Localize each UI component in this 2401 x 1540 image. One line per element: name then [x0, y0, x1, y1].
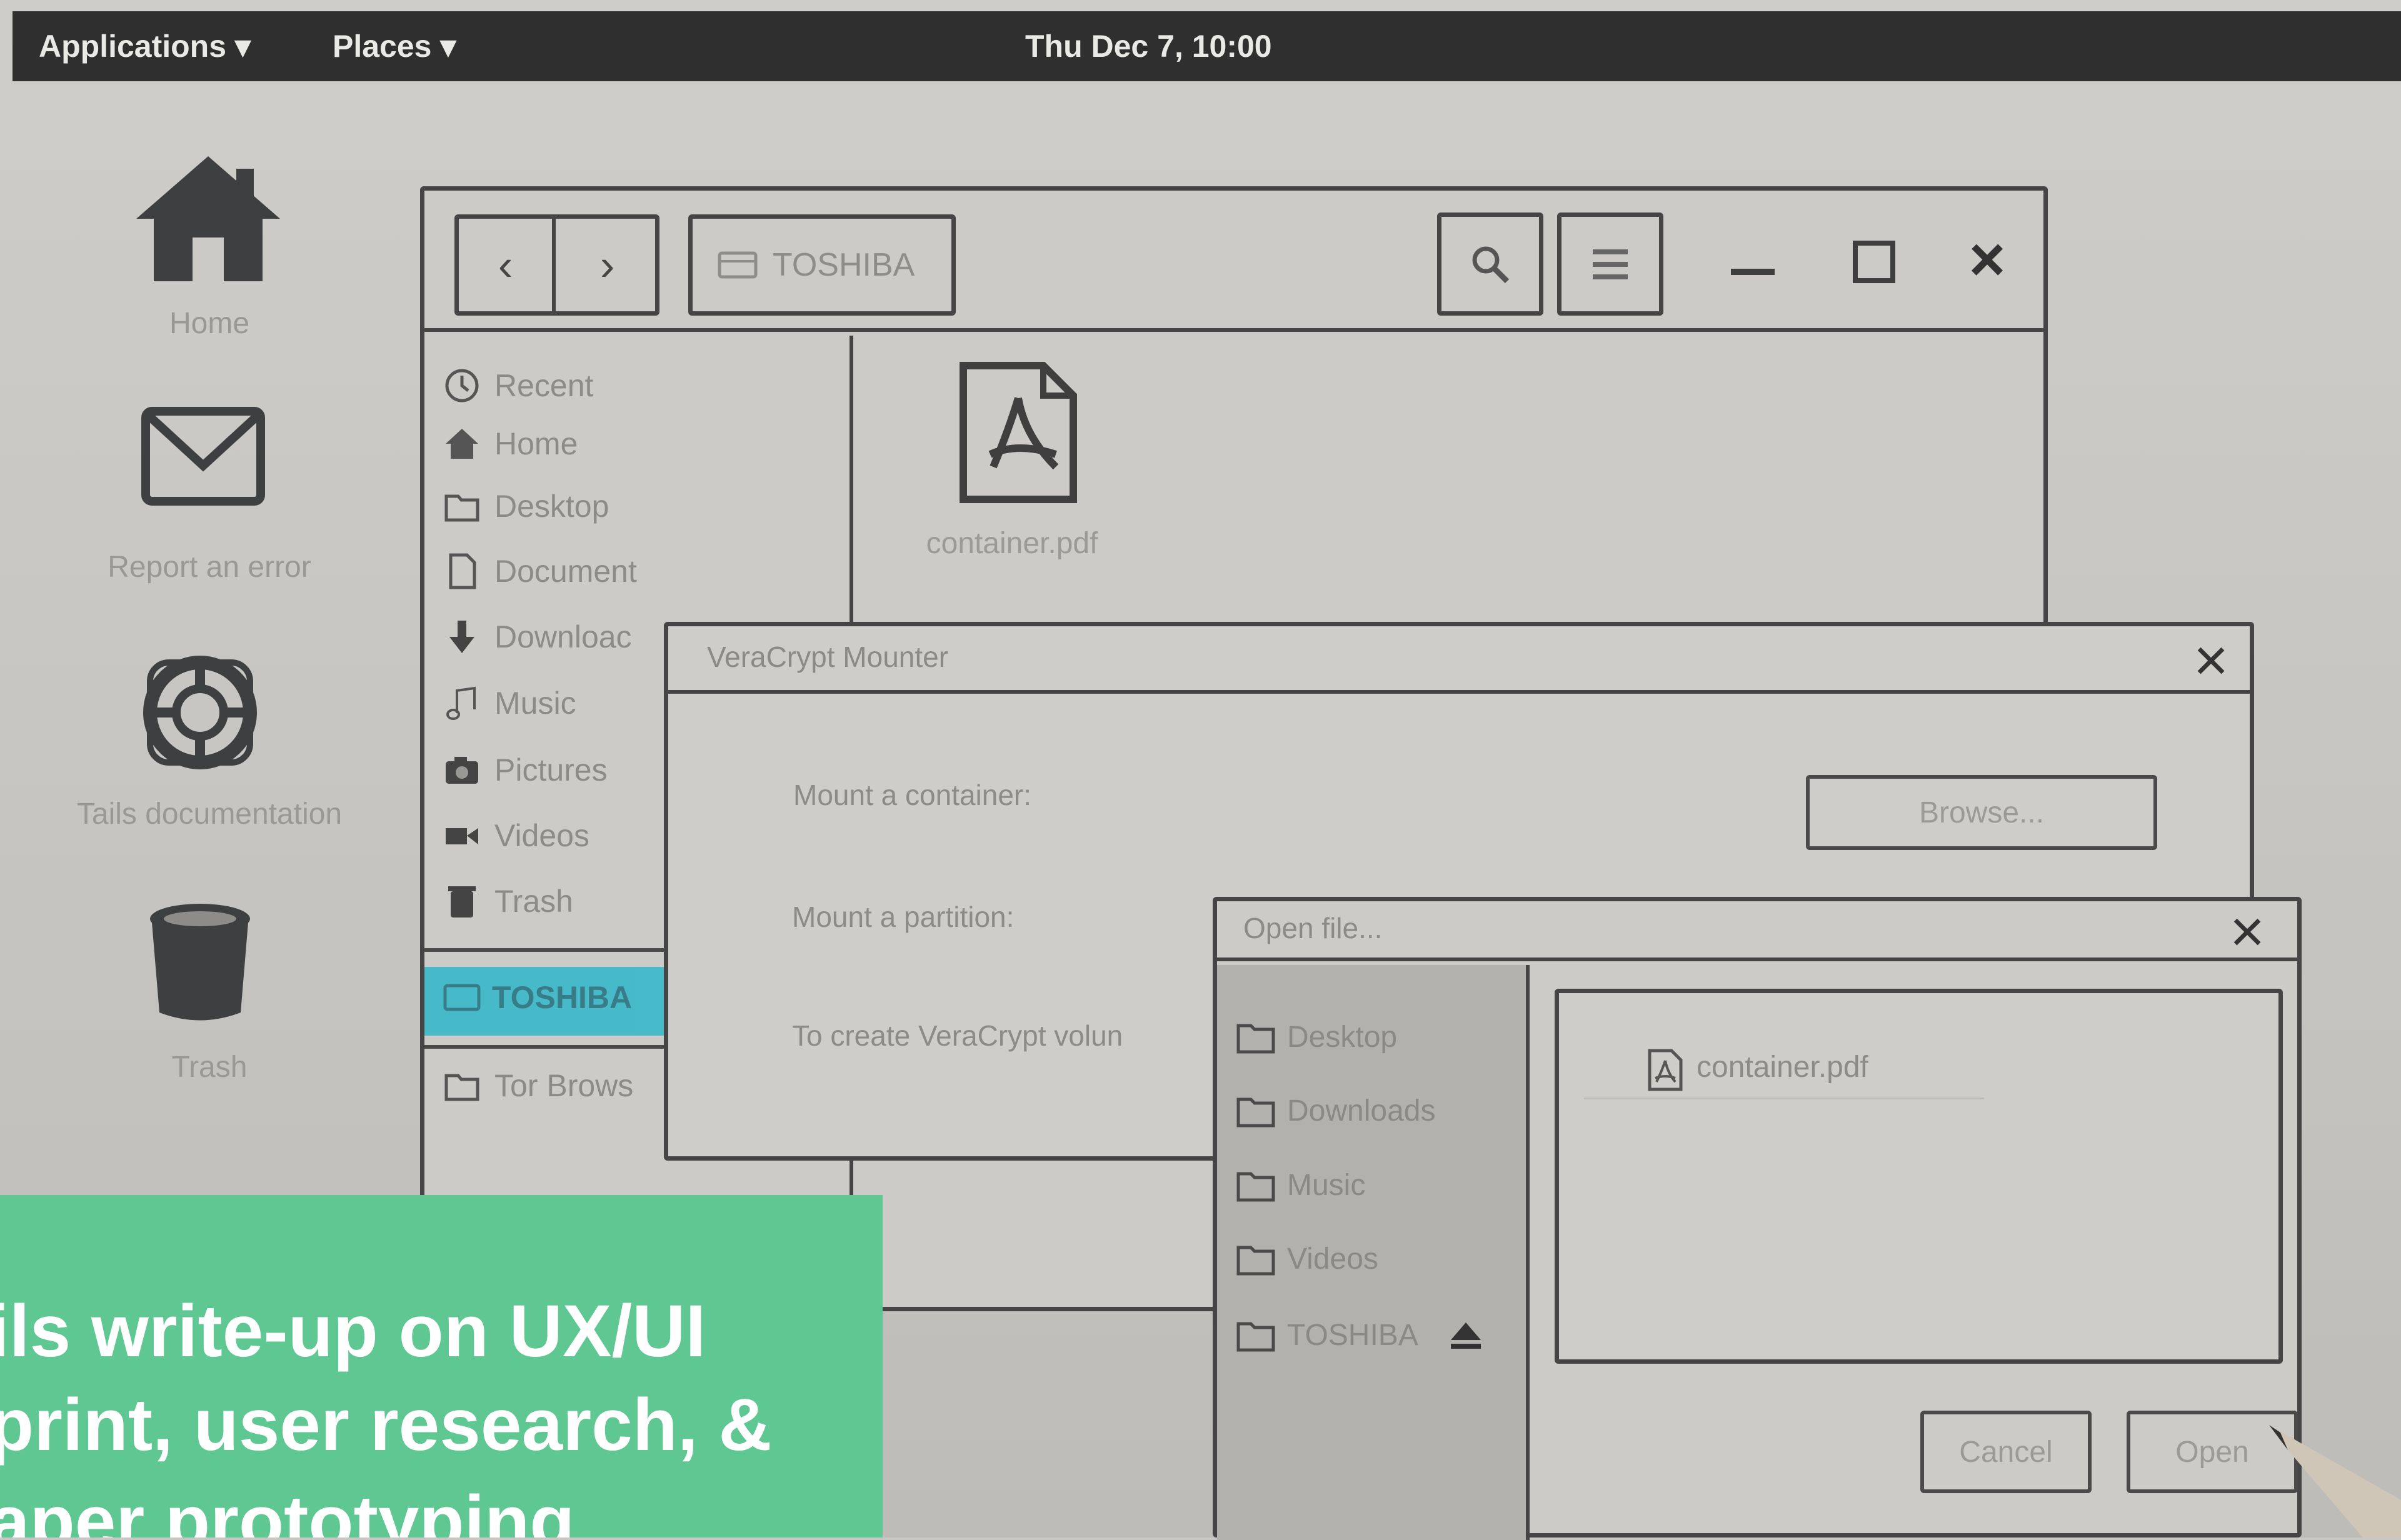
music-icon	[446, 686, 476, 720]
home-icon	[446, 429, 478, 459]
sidebar-item-trash[interactable]: Trash	[443, 876, 573, 926]
envelope-icon	[141, 407, 265, 506]
veracrypt-title: VeraCrypt Mounter	[707, 641, 949, 673]
places-item-music[interactable]: Music	[1236, 1160, 1365, 1210]
location-label: TOSHIBA	[773, 247, 915, 283]
sidebar-item-document[interactable]: Document	[443, 546, 637, 596]
desktop-icon-trash[interactable]: Trash	[25, 900, 394, 1125]
mount-partition-label: Mount a partition:	[792, 901, 1015, 933]
desktop-icon-label: Report an error	[108, 551, 311, 584]
search-button[interactable]	[1437, 212, 1543, 316]
folder-icon	[444, 1074, 479, 1101]
top-bar: Applications ▾ Places ▾ Thu Dec 7, 10:00	[13, 11, 2401, 81]
pdf-file-icon	[960, 362, 1077, 503]
open-file-title: Open file...	[1243, 912, 1383, 944]
pdf-file-icon	[1648, 1049, 1683, 1091]
download-icon	[449, 621, 474, 653]
maximize-button[interactable]	[1853, 241, 1895, 283]
desktop-icon-report-error[interactable]: Report an error	[25, 406, 394, 619]
location-button[interactable]: TOSHIBA	[688, 214, 956, 316]
veracrypt-close-button[interactable]: ×	[2193, 626, 2228, 695]
folder-icon	[1236, 1172, 1275, 1202]
veracrypt-titlebar: VeraCrypt Mounter ×	[668, 626, 2250, 694]
folder-icon	[1236, 1024, 1275, 1054]
home-icon	[136, 156, 280, 281]
desktop-icon-tails-docs[interactable]: Tails documentation	[25, 650, 394, 875]
sidebar-item-tor-browser[interactable]: Tor Brows	[443, 1061, 633, 1111]
folder-icon	[1236, 1098, 1275, 1128]
desktop-icon-label: Tails documentation	[76, 798, 343, 831]
hamburger-icon	[1593, 249, 1628, 279]
desktop-icons: Home Report an error Tails documentation…	[25, 144, 394, 1144]
sidebar-item-videos[interactable]: Videos	[443, 811, 589, 861]
create-volume-text: To create VeraCrypt volun	[792, 1019, 1123, 1052]
minimize-button[interactable]	[1731, 269, 1775, 275]
places-item-videos[interactable]: Videos	[1236, 1234, 1378, 1284]
lifebuoy-icon	[143, 656, 257, 769]
video-icon	[446, 828, 478, 844]
clock-icon	[445, 369, 479, 402]
open-file-close-button[interactable]: ×	[2230, 898, 2265, 966]
file-item-container-pdf[interactable]: container.pdf	[887, 361, 1137, 611]
document-icon	[449, 553, 476, 589]
open-file-list: container.pdf	[1555, 989, 2283, 1364]
back-button[interactable]: ‹	[459, 219, 556, 311]
sidebar-item-music[interactable]: Music	[443, 678, 576, 728]
file-manager-header	[424, 191, 2043, 332]
search-icon	[1472, 246, 1510, 283]
folder-icon	[444, 494, 479, 522]
file-label: container.pdf	[926, 527, 1098, 560]
banner-line-3: aper prototyping	[0, 1481, 575, 1538]
cancel-button[interactable]: Cancel	[1920, 1411, 2092, 1493]
file-row-container-pdf[interactable]: container.pdf	[1584, 1037, 1984, 1099]
pencil-icon	[2269, 1425, 2401, 1538]
open-file-titlebar: Open file... ×	[1217, 898, 2297, 965]
places-menu[interactable]: Places ▾	[333, 11, 456, 81]
sidebar-item-recent[interactable]: Recent	[443, 361, 593, 411]
folder-icon	[1236, 1246, 1275, 1276]
drive-icon	[443, 984, 481, 1011]
close-button[interactable]: ×	[1956, 228, 2018, 291]
places-item-downloads[interactable]: Downloads	[1236, 1086, 1435, 1136]
desktop-icon-home[interactable]: Home	[25, 144, 394, 356]
sidebar-item-desktop[interactable]: Desktop	[443, 481, 609, 531]
desktop-icon-label: Home	[169, 307, 250, 340]
camera-icon	[446, 757, 478, 784]
places-item-desktop[interactable]: Desktop	[1236, 1012, 1397, 1062]
open-file-places: Desktop Downloads Music Videos TOSHIBA	[1217, 965, 1530, 1540]
sidebar-item-downloads[interactable]: Downloac	[443, 612, 632, 662]
applications-menu[interactable]: Applications ▾	[39, 11, 251, 81]
sidebar-item-pictures[interactable]: Pictures	[443, 745, 608, 795]
mount-container-label: Mount a container:	[793, 779, 1032, 811]
nav-button-group: ‹ ›	[454, 214, 659, 316]
places-item-toshiba[interactable]: TOSHIBA	[1236, 1310, 1497, 1360]
menu-button[interactable]	[1557, 212, 1663, 316]
banner-line-1: ils write-up on UX/UI	[0, 1290, 706, 1372]
desktop-icon-label: Trash	[171, 1051, 248, 1084]
clock: Thu Dec 7, 10:00	[1025, 29, 1272, 64]
trash-icon	[150, 904, 250, 1021]
sidebar-item-home[interactable]: Home	[443, 419, 578, 469]
browse-button[interactable]: Browse...	[1806, 775, 2157, 850]
trash-icon	[448, 886, 476, 918]
banner-line-2: print, user research, &	[0, 1384, 772, 1466]
forward-button[interactable]: ›	[559, 219, 656, 311]
eject-icon[interactable]	[1446, 1318, 1486, 1352]
open-file-dialog: Open file... × Desktop Downloads Music V…	[1213, 897, 2302, 1540]
drive-icon	[718, 251, 758, 279]
article-banner[interactable]: ils write-up on UX/UI print, user resear…	[0, 1195, 883, 1538]
folder-icon	[1236, 1322, 1275, 1352]
